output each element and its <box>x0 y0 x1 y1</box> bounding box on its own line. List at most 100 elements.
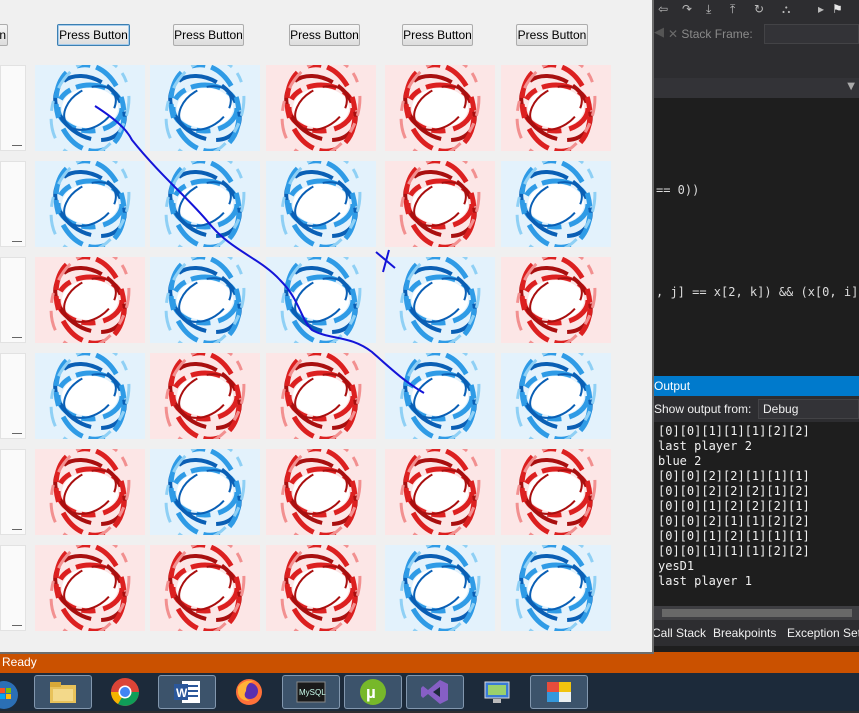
threads-icon[interactable]: ⛬ <box>782 2 790 17</box>
blue-swirl-icon <box>501 545 611 631</box>
editor-navigation-bar[interactable]: ▼ <box>654 78 859 98</box>
red-swirl-icon <box>385 161 495 247</box>
blue-swirl-cell[interactable] <box>501 353 611 439</box>
output-line: yesD1 <box>658 559 695 573</box>
svg-text:MySQL: MySQL <box>299 688 326 697</box>
output-toolbar: Show output from: Debug <box>654 396 859 422</box>
press-button-3[interactable]: Press Button <box>289 24 360 46</box>
step-out-icon[interactable]: ⤒ <box>730 2 735 17</box>
taskbar-word[interactable]: W <box>158 675 216 709</box>
blue-swirl-cell[interactable] <box>150 65 260 151</box>
tab-exception-settings[interactable]: Exception Settings <box>787 626 859 640</box>
flag-icon[interactable]: ⚑ <box>832 2 843 16</box>
blue-swirl-cell[interactable] <box>266 257 376 343</box>
press-button-2[interactable]: Press Button <box>173 24 244 46</box>
red-swirl-icon <box>385 449 495 535</box>
red-swirl-cell[interactable] <box>35 449 145 535</box>
start-button[interactable] <box>0 677 26 709</box>
red-swirl-icon <box>150 353 260 439</box>
press-button-0[interactable]: n <box>0 24 8 46</box>
blue-swirl-cell[interactable] <box>150 257 260 343</box>
blue-swirl-cell[interactable] <box>35 161 145 247</box>
taskbar-winforms-app[interactable] <box>530 675 588 709</box>
red-swirl-cell[interactable] <box>35 257 145 343</box>
red-swirl-icon <box>266 353 376 439</box>
output-line: [0][0][2][1][1][2][2] <box>658 514 810 528</box>
code-editor[interactable]: == 0)) , j] == x[2, k]) && (x[0, i] <box>654 98 859 370</box>
red-swirl-cell[interactable] <box>35 545 145 631</box>
red-swirl-icon <box>150 545 260 631</box>
taskbar-file-explorer[interactable] <box>34 675 92 709</box>
red-swirl-cell[interactable] <box>385 65 495 151</box>
output-text[interactable]: [0][0][1][1][1][2][2] last player 2 blue… <box>654 422 859 606</box>
blue-swirl-cell[interactable] <box>385 545 495 631</box>
back-icon[interactable]: ⇦ <box>658 2 668 16</box>
red-swirl-cell[interactable] <box>266 65 376 151</box>
blue-swirl-cell[interactable] <box>385 353 495 439</box>
blue-swirl-cell[interactable] <box>501 545 611 631</box>
file-explorer-icon <box>50 682 76 703</box>
red-swirl-icon <box>35 257 145 343</box>
blue-swirl-cell[interactable] <box>501 161 611 247</box>
red-swirl-cell[interactable] <box>150 353 260 439</box>
left-cell[interactable] <box>0 257 26 343</box>
press-button-4[interactable]: Press Button <box>402 24 473 46</box>
left-cell[interactable] <box>0 545 26 631</box>
tab-breakpoints[interactable]: Breakpoints <box>713 626 776 640</box>
output-line: [0][0][1][2][1][1][1] <box>658 529 810 543</box>
taskbar-firefox[interactable] <box>220 675 278 709</box>
output-source-dropdown[interactable]: Debug <box>758 399 859 419</box>
red-swirl-cell[interactable] <box>266 449 376 535</box>
blue-swirl-cell[interactable] <box>150 449 260 535</box>
chrome-icon <box>111 678 139 706</box>
winforms-app-icon <box>547 682 571 702</box>
press-button-1[interactable]: Press Button <box>57 24 130 46</box>
blue-swirl-cell[interactable] <box>266 161 376 247</box>
scrollbar-thumb[interactable] <box>662 609 852 617</box>
blue-swirl-cell[interactable] <box>35 65 145 151</box>
red-swirl-cell[interactable] <box>501 257 611 343</box>
taskbar-utorrent[interactable]: µ <box>344 675 402 709</box>
blue-swirl-cell[interactable] <box>385 257 495 343</box>
press-button-5[interactable]: Press Button <box>516 24 588 46</box>
blue-swirl-icon <box>150 449 260 535</box>
refresh-icon[interactable]: ↻ <box>754 2 764 16</box>
taskbar-remote-desktop[interactable] <box>468 675 526 709</box>
blue-swirl-cell[interactable] <box>35 353 145 439</box>
pin-icon[interactable]: ▸ <box>818 2 824 16</box>
left-cell[interactable] <box>0 353 26 439</box>
red-swirl-cell[interactable] <box>501 449 611 535</box>
blue-swirl-cell[interactable] <box>150 161 260 247</box>
taskbar-visual-studio[interactable] <box>406 675 464 709</box>
left-cell[interactable] <box>0 449 26 535</box>
taskbar-mysql[interactable]: MySQL <box>282 675 340 709</box>
output-panel-header[interactable]: Output <box>654 376 859 396</box>
step-into-icon[interactable]: ⤓ <box>706 2 711 17</box>
tab-call-stack[interactable]: Call Stack <box>652 626 706 640</box>
output-line: [0][0][2][2][1][1][1] <box>658 469 810 483</box>
red-swirl-icon <box>35 449 145 535</box>
red-swirl-cell[interactable] <box>266 545 376 631</box>
chevron-down-icon[interactable]: ▼ <box>847 81 855 92</box>
stack-frame-clear-icon[interactable]: ✕ <box>668 27 681 41</box>
left-cell[interactable] <box>0 161 26 247</box>
svg-text:W: W <box>176 686 188 700</box>
toolbar-arrow-icon: ◀ <box>654 25 664 40</box>
red-swirl-cell[interactable] <box>150 545 260 631</box>
blue-swirl-icon <box>150 257 260 343</box>
taskbar-chrome[interactable] <box>96 675 154 709</box>
output-line: last player 2 <box>658 439 752 453</box>
red-swirl-cell[interactable] <box>385 449 495 535</box>
step-over-icon[interactable]: ↷ <box>682 2 692 16</box>
output-line: blue 2 <box>658 454 702 468</box>
red-swirl-cell[interactable] <box>266 353 376 439</box>
output-horizontal-scrollbar[interactable] <box>654 606 859 620</box>
left-cell[interactable] <box>0 65 26 151</box>
stack-frame-dropdown[interactable] <box>764 24 859 44</box>
ide-toolbar: ⇦ ↷ ⤓ ⤒ ↻ ⛬ ▸ ⚑ <box>654 0 859 22</box>
red-swirl-icon <box>501 449 611 535</box>
blue-swirl-icon <box>35 353 145 439</box>
red-swirl-cell[interactable] <box>501 65 611 151</box>
red-swirl-cell[interactable] <box>385 161 495 247</box>
output-panel-title: Output <box>654 379 691 393</box>
